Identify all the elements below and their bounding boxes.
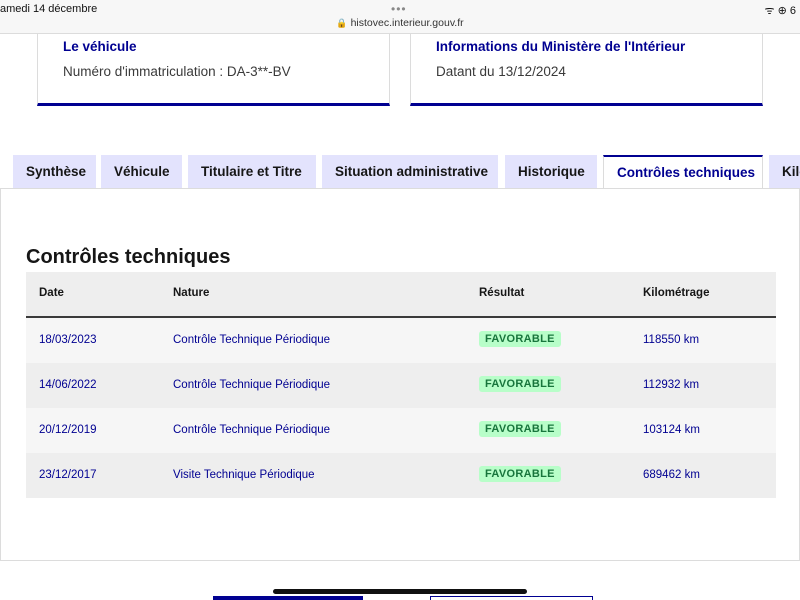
- header-km: Kilométrage: [643, 287, 710, 299]
- tab-situation-administrative[interactable]: Situation administrative: [322, 155, 498, 188]
- ministry-card-title: Informations du Ministère de l'Intérieur: [436, 39, 686, 54]
- tab-panel: Contrôles techniques Date Nature Résulta…: [0, 188, 800, 561]
- table-header: Date Nature Résultat Kilométrage: [26, 272, 776, 318]
- row-km: 689462 km: [643, 469, 700, 481]
- header-nature: Nature: [173, 287, 210, 299]
- row-km: 118550 km: [643, 334, 700, 346]
- row-date: 18/03/2023: [39, 334, 97, 346]
- ministry-card: Informations du Ministère de l'Intérieur…: [410, 34, 763, 106]
- table-row: 14/06/2022 Contrôle Technique Périodique…: [26, 363, 776, 408]
- more-dots-icon[interactable]: •••: [391, 2, 407, 16]
- tab-vehicule[interactable]: Véhicule: [101, 155, 182, 188]
- vehicle-card: Le véhicule Numéro d'immatriculation : D…: [37, 34, 390, 106]
- row-date: 23/12/2017: [39, 469, 97, 481]
- row-nature: Contrôle Technique Périodique: [173, 379, 331, 391]
- tab-bar: Synthèse Véhicule Titulaire et Titre Sit…: [0, 155, 800, 190]
- row-km: 112932 km: [643, 379, 700, 391]
- table-row: 23/12/2017 Visite Technique Périodique F…: [26, 453, 776, 498]
- row-nature: Contrôle Technique Périodique: [173, 424, 331, 436]
- data-date: Datant du 13/12/2024: [436, 64, 566, 79]
- status-badge: FAVORABLE: [479, 331, 561, 347]
- row-date: 14/06/2022: [39, 379, 97, 391]
- url-text: histovec.interieur.gouv.fr: [350, 17, 464, 29]
- primary-button[interactable]: [213, 596, 363, 600]
- header-date: Date: [39, 287, 64, 299]
- vehicle-card-title: Le véhicule: [63, 39, 137, 54]
- tab-controles-techniques[interactable]: Contrôles techniques: [603, 155, 763, 190]
- address-bar[interactable]: 🔒 histovec.interieur.gouv.fr: [0, 17, 800, 29]
- home-indicator[interactable]: [273, 589, 527, 594]
- status-bar: amedi 14 décembre ••• 🔒 histovec.interieu…: [0, 0, 800, 34]
- tab-historique[interactable]: Historique: [505, 155, 597, 188]
- status-icons: ᯤ ⊕ 6: [764, 5, 797, 17]
- table-row: 20/12/2019 Contrôle Technique Périodique…: [26, 408, 776, 453]
- tab-kilometrage[interactable]: Kilo: [769, 155, 800, 188]
- table-row: 18/03/2023 Contrôle Technique Périodique…: [26, 318, 776, 363]
- row-date: 20/12/2019: [39, 424, 97, 436]
- tab-titulaire[interactable]: Titulaire et Titre: [188, 155, 316, 188]
- header-result: Résultat: [479, 287, 525, 299]
- status-badge: FAVORABLE: [479, 376, 561, 392]
- status-date: amedi 14 décembre: [0, 3, 98, 15]
- registration-number: Numéro d'immatriculation : DA-3**-BV: [63, 64, 291, 79]
- section-title: Contrôles techniques: [26, 246, 231, 268]
- inspections-table: Date Nature Résultat Kilométrage 18/03/2…: [26, 272, 776, 498]
- tab-synthese[interactable]: Synthèse: [13, 155, 96, 188]
- status-badge: FAVORABLE: [479, 466, 561, 482]
- row-nature: Contrôle Technique Périodique: [173, 334, 331, 346]
- status-badge: FAVORABLE: [479, 421, 561, 437]
- row-km: 103124 km: [643, 424, 700, 436]
- secondary-button[interactable]: [430, 596, 593, 600]
- row-nature: Visite Technique Périodique: [173, 469, 315, 481]
- lock-icon: 🔒: [336, 18, 348, 28]
